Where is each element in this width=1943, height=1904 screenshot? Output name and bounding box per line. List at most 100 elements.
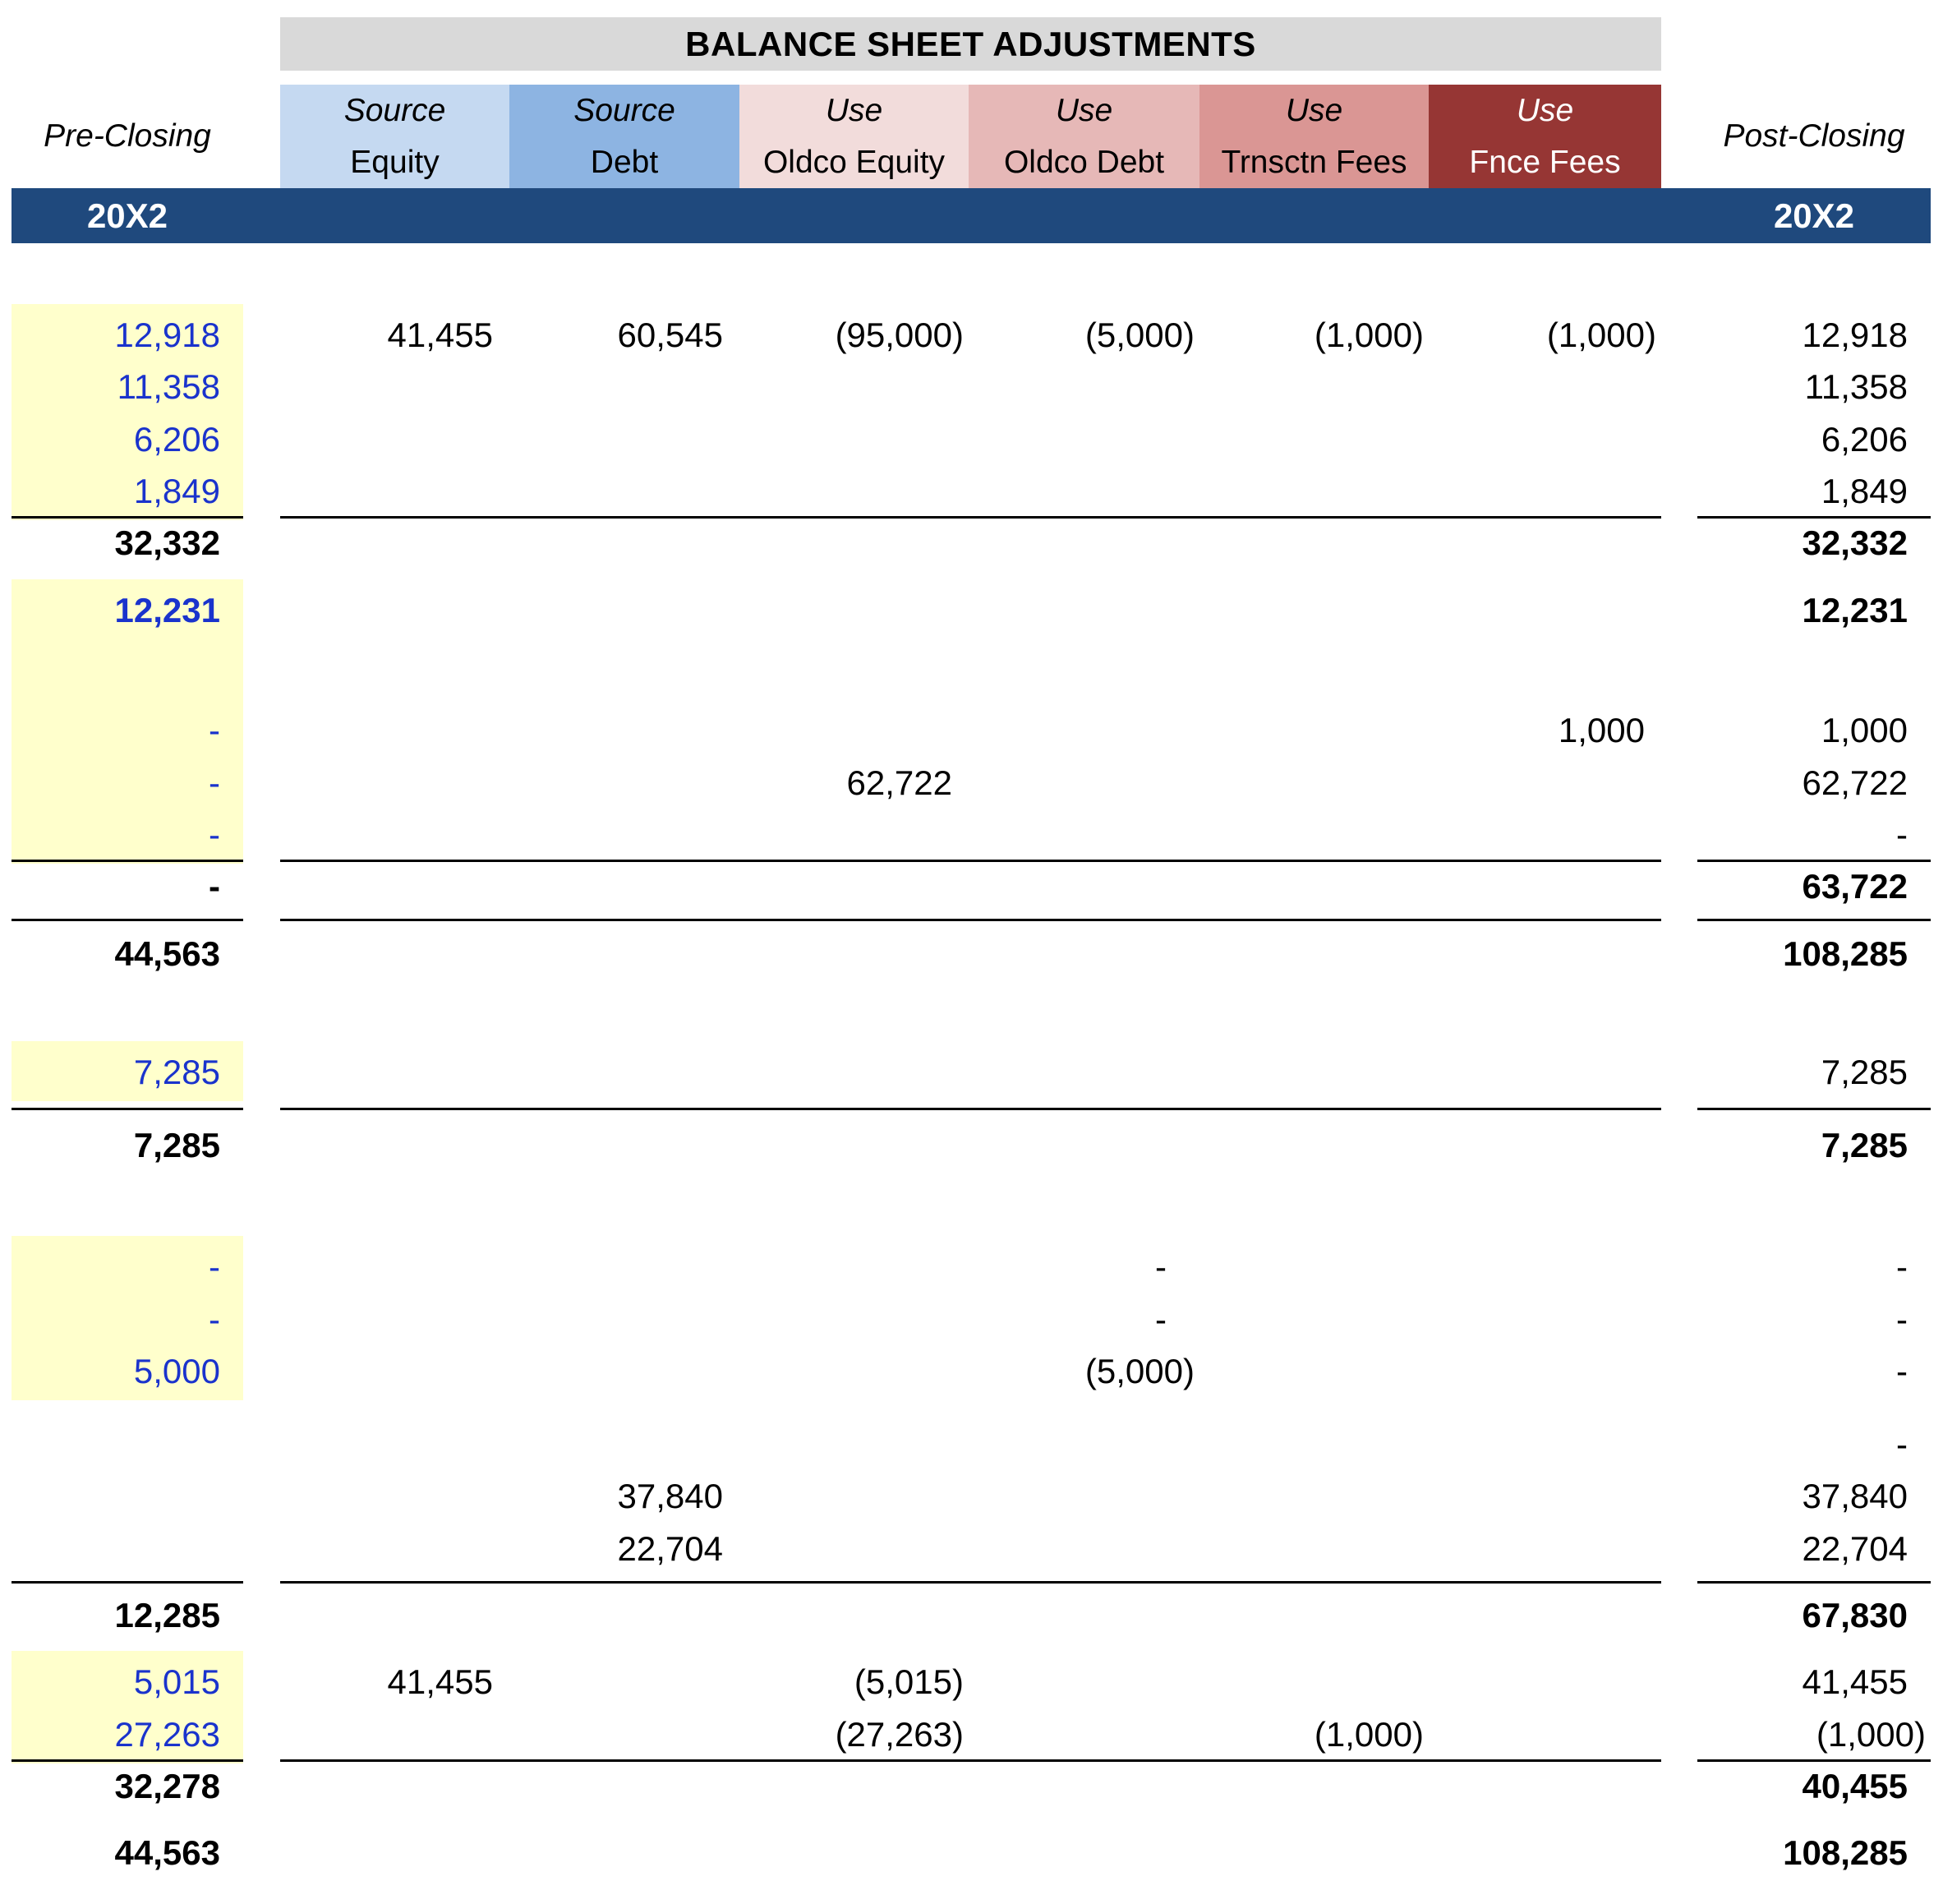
adjustment-value [969, 1119, 1183, 1171]
post-closing-value: - [1896, 1351, 1908, 1390]
adjustment-value [280, 1827, 493, 1879]
pre-closing-value[interactable]: 12,231 [12, 584, 220, 636]
adjustment-value [1429, 1760, 1645, 1812]
adjustment-value [1429, 1708, 1645, 1760]
adjustment-header-6: Use Fnce Fees [1429, 85, 1661, 188]
pre-closing-value[interactable]: - [12, 1293, 220, 1345]
adjustment-value [739, 704, 952, 756]
adjustment-value [1199, 584, 1412, 636]
adjustment-value: - [1155, 1247, 1167, 1286]
subtotal-rule [12, 1108, 243, 1110]
adjustment-value [1199, 1119, 1412, 1171]
adjustment-value [969, 361, 1183, 413]
adjustment-value [280, 1760, 493, 1812]
adjustment-value [280, 361, 493, 413]
pre-closing-value [12, 1470, 220, 1522]
pre-closing-value[interactable]: - [12, 757, 220, 809]
adjustment-value [969, 517, 1183, 569]
post-closing-value: 11,358 [1804, 367, 1908, 406]
post-closing-value: (1,000) [1816, 1714, 1926, 1754]
adjustment-value [969, 1046, 1183, 1098]
adjustment-value [280, 584, 493, 636]
adjustment-value [280, 413, 493, 465]
adjustment-value [1199, 517, 1412, 569]
pre-closing-value[interactable]: 5,015 [12, 1656, 220, 1708]
adjustment-value [1429, 1470, 1645, 1522]
post-closing-value: 22,704 [1802, 1528, 1908, 1568]
pre-closing-value[interactable]: - [12, 704, 220, 756]
adjustment-value [509, 1293, 723, 1345]
pre-closing-value[interactable]: - [12, 1241, 220, 1293]
adjustment-value [509, 361, 723, 413]
post-closing-value: 41,455 [1802, 1662, 1908, 1701]
adjustment-value [280, 1470, 493, 1522]
post-closing-value: 108,285 [1783, 934, 1908, 973]
post-closing-value: 1,849 [1821, 471, 1908, 510]
adjustment-header-type: Source [573, 93, 675, 128]
adjustment-value [969, 584, 1183, 636]
adjustment-value [280, 1589, 493, 1641]
adjustment-header-name: Equity [350, 145, 440, 180]
adjustment-header-type: Use [1285, 93, 1343, 128]
post-closing-value: 12,918 [1802, 315, 1908, 354]
adjustment-header-name: Trnsctn Fees [1221, 145, 1407, 180]
pre-closing-value [12, 1523, 220, 1574]
subtotal-rule [280, 1581, 1661, 1584]
adjustment-value [1199, 1589, 1412, 1641]
pre-closing-value[interactable]: 5,000 [12, 1345, 220, 1397]
pre-closing-value[interactable]: 12,918 [12, 309, 220, 361]
pre-closing-value: 32,278 [114, 1766, 220, 1805]
adjustment-value [280, 757, 493, 809]
pre-closing-value[interactable]: 7,285 [12, 1046, 220, 1098]
pre-closing-value: 7,285 [133, 1125, 220, 1164]
adjustment-value [280, 928, 493, 980]
adjustment-header-name: Fnce Fees [1469, 145, 1621, 180]
pre-closing-value[interactable]: 11,358 [12, 361, 220, 413]
adjustment-value [1429, 1418, 1645, 1470]
pre-closing-year: 20X2 [86, 196, 168, 235]
adjustment-value: 41,455 [387, 1662, 493, 1701]
post-closing-value: 32,332 [1802, 523, 1908, 562]
adjustment-value [280, 860, 493, 912]
adjustment-header-name: Debt [590, 145, 659, 180]
post-closing-value: 12,231 [1802, 590, 1908, 629]
adjustment-value: (5,015) [854, 1662, 964, 1701]
adjustment-value [1199, 1418, 1412, 1470]
subtotal-rule [280, 1108, 1661, 1110]
adjustment-value [739, 1119, 952, 1171]
adjustment-value [1429, 928, 1645, 980]
adjustment-value [1199, 1523, 1412, 1574]
pre-closing-value[interactable]: 27,263 [12, 1708, 220, 1760]
adjustment-value: 62,722 [846, 763, 952, 802]
adjustment-value [509, 757, 723, 809]
adjustment-value [969, 1470, 1183, 1522]
adjustment-value [969, 1656, 1183, 1708]
adjustment-value [509, 704, 723, 756]
pre-closing-value[interactable]: 1,849 [12, 465, 220, 517]
adjustment-header-type: Source [343, 93, 446, 128]
adjustment-header-4: Use Oldco Debt [969, 85, 1199, 188]
adjustment-value [509, 1418, 723, 1470]
adjustment-value: - [1155, 1299, 1167, 1339]
pre-closing-value[interactable]: 6,206 [12, 413, 220, 465]
adjustment-value [739, 928, 952, 980]
post-closing-value: - [1896, 814, 1908, 854]
adjustment-value [969, 1418, 1183, 1470]
pre-closing-value[interactable]: - [12, 809, 220, 860]
adjustment-value [739, 517, 952, 569]
adjustment-value [509, 1589, 723, 1641]
subtotal-rule [1697, 1581, 1931, 1584]
pre-closing-value: 44,563 [114, 1833, 220, 1872]
adjustment-value [969, 1827, 1183, 1879]
adjustment-value [739, 1293, 952, 1345]
adjustment-value [280, 517, 493, 569]
post-closing-value: 62,722 [1802, 763, 1908, 802]
adjustment-value [969, 809, 1183, 860]
adjustment-value [1429, 1523, 1645, 1574]
adjustment-value [1199, 1293, 1412, 1345]
adjustment-value [509, 928, 723, 980]
adjustment-value [1199, 860, 1412, 912]
post-closing-value: - [1896, 1299, 1908, 1339]
adjustment-value: (1,000) [1314, 1714, 1424, 1754]
adjustment-value [280, 704, 493, 756]
